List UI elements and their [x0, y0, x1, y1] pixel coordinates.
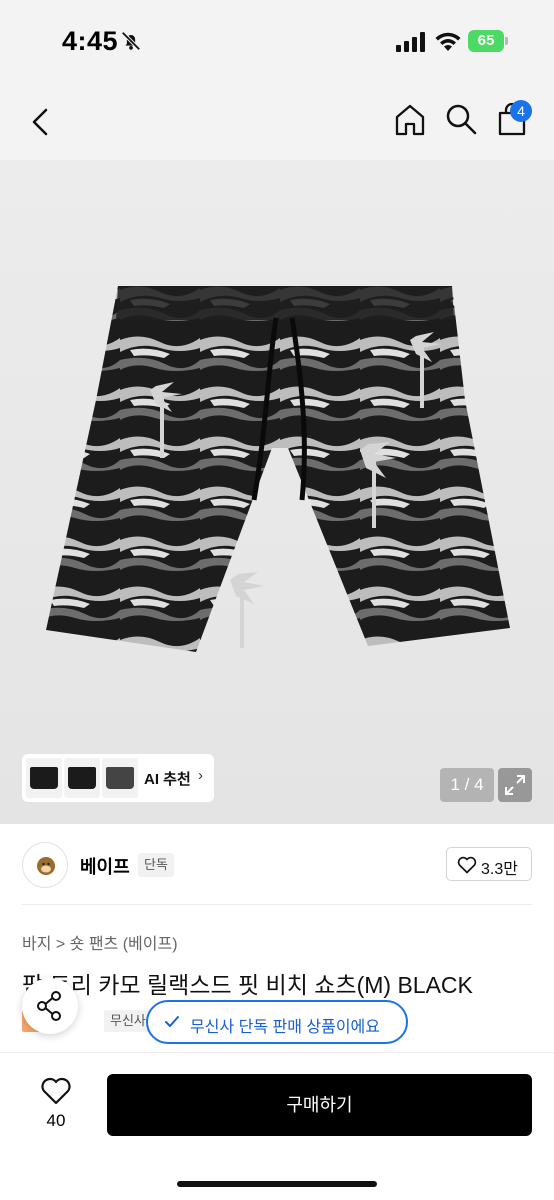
wifi-icon — [435, 32, 461, 51]
toast-text: 무신사 단독 판매 상품이에요 — [190, 1019, 380, 1036]
heart-icon[interactable] — [40, 1077, 72, 1105]
brand-like-button[interactable]: 3.3만 — [446, 847, 532, 881]
thumbnail-3[interactable] — [102, 758, 138, 798]
product-image — [46, 286, 510, 652]
chevron-right-icon: › — [198, 767, 203, 784]
product-title: 팜 트리 카모 릴랙스드 핏 비치 쇼츠(M) BLACK — [22, 972, 473, 998]
top-nav-bar — [0, 84, 554, 160]
ai-recommend-strip[interactable]: AI 추천 › — [22, 754, 214, 802]
cart-count-badge: 4 — [510, 100, 532, 122]
category-breadcrumb[interactable]: 바지 > 숏 팬츠 (베이프) — [22, 930, 178, 954]
bell-off-icon — [121, 31, 141, 51]
exclusive-toast: 무신사 단독 판매 상품이에요 — [146, 1000, 408, 1044]
divider — [22, 904, 532, 905]
thumbnail-1[interactable] — [26, 758, 62, 798]
status-bar: 4:45 65 — [0, 0, 554, 84]
brand-avatar[interactable] — [22, 842, 68, 888]
thumbnail-2[interactable] — [64, 758, 100, 798]
back-arrow-icon[interactable] — [22, 102, 62, 142]
battery-level: 65 — [468, 30, 504, 52]
share-icon — [37, 991, 61, 1021]
thumbnail-image — [106, 767, 134, 789]
home-indicator[interactable] — [177, 1181, 377, 1187]
ai-recommend-label: AI 추천 — [144, 771, 191, 788]
battery-indicator: 65 — [468, 30, 508, 52]
check-icon — [165, 1016, 179, 1027]
brand-logo-icon — [37, 857, 55, 875]
share-button[interactable] — [22, 978, 78, 1034]
signal-icon — [396, 32, 425, 52]
wishlist-count: 40 — [46, 1111, 66, 1130]
home-icon[interactable] — [392, 102, 428, 138]
heart-icon — [457, 856, 477, 874]
image-page-indicator: 1 / 4 — [440, 768, 494, 802]
thumbnail-image — [30, 767, 58, 789]
brand-like-count: 3.3만 — [481, 861, 518, 878]
bottom-action-bar: 40 구매하기 — [0, 1052, 554, 1200]
buy-button[interactable]: 구매하기 — [107, 1074, 532, 1136]
search-icon[interactable] — [444, 102, 478, 136]
thumbnail-image — [68, 767, 96, 789]
status-time: 4:45 — [62, 26, 119, 56]
expand-icon[interactable] — [498, 768, 532, 802]
product-image-gallery[interactable]: AI 추천 › 1 / 4 — [0, 160, 554, 824]
store-tag: 무신사 — [104, 1010, 152, 1032]
brand-name[interactable]: 베이프 — [80, 853, 130, 879]
brand-exclusive-tag: 단독 — [138, 853, 174, 877]
battery-cap — [505, 37, 508, 45]
